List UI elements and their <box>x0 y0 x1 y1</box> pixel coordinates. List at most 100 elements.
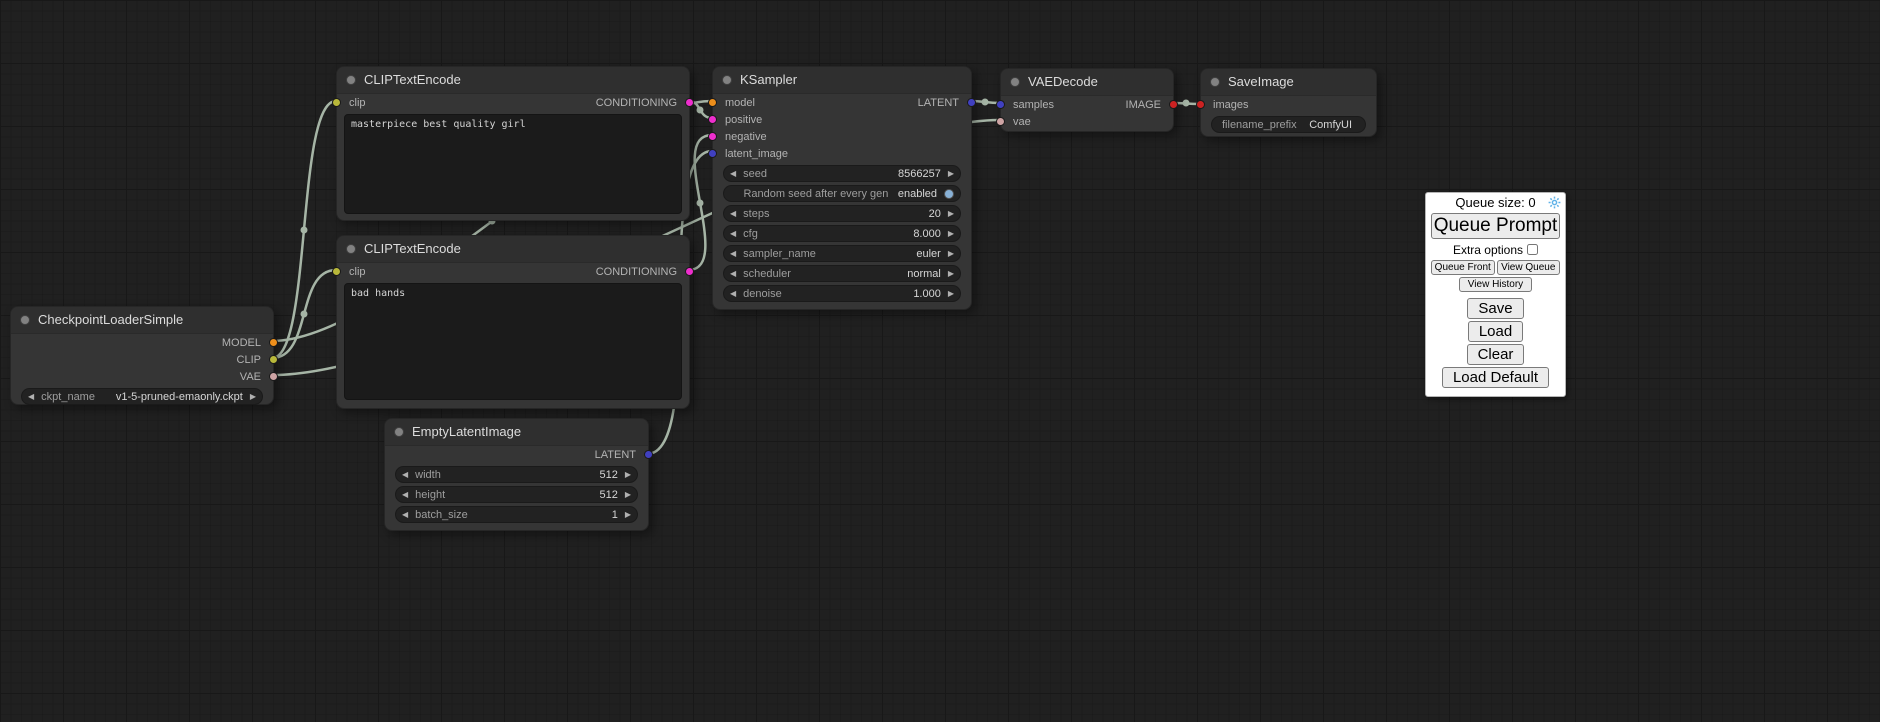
increment-arrow-icon[interactable]: ▶ <box>948 230 954 238</box>
output-slot-conditioning[interactable] <box>685 267 694 276</box>
widget-label: scheduler <box>743 268 907 280</box>
input-slot-clip[interactable] <box>332 267 341 276</box>
queue-prompt-button[interactable]: Queue Prompt <box>1431 213 1560 239</box>
input-slot-samples[interactable] <box>996 100 1005 109</box>
increment-arrow-icon[interactable]: ▶ <box>625 491 631 499</box>
widget-ckpt-name[interactable]: ◀ ckpt_name v1-5-pruned-emaonly.ckpt ▶ <box>21 388 263 405</box>
queue-front-button[interactable]: Queue Front <box>1431 260 1495 275</box>
decrement-arrow-icon[interactable]: ◀ <box>730 270 736 278</box>
widget-label: steps <box>743 208 928 220</box>
node-checkpoint-loader-simple[interactable]: CheckpointLoaderSimple MODEL CLIP VAE ◀ … <box>10 306 274 405</box>
node-clip-text-encode-negative[interactable]: CLIPTextEncode clip CONDITIONING bad han… <box>336 235 690 409</box>
collapse-dot-icon[interactable] <box>1210 77 1220 87</box>
save-button[interactable]: Save <box>1467 298 1523 319</box>
output-slot-model[interactable] <box>269 338 278 347</box>
widget-value: v1-5-pruned-emaonly.ckpt <box>116 391 243 403</box>
widget-steps[interactable]: ◀ steps 20 ▶ <box>723 205 961 222</box>
input-slot-images[interactable] <box>1196 100 1205 109</box>
output-slot-vae[interactable] <box>269 372 278 381</box>
increment-arrow-icon[interactable]: ▶ <box>948 290 954 298</box>
view-queue-button[interactable]: View Queue <box>1497 260 1561 275</box>
output-slot-latent[interactable] <box>644 450 653 459</box>
output-slot-latent[interactable] <box>967 98 976 107</box>
slot-row: CLIP <box>11 351 273 368</box>
slot-row: LATENT <box>385 446 648 463</box>
widget-width[interactable]: ◀ width 512 ▶ <box>395 466 638 483</box>
increment-arrow-icon[interactable]: ▶ <box>948 250 954 258</box>
decrement-arrow-icon[interactable]: ◀ <box>730 250 736 258</box>
decrement-arrow-icon[interactable]: ◀ <box>730 290 736 298</box>
widget-value: 8566257 <box>898 168 941 180</box>
increment-arrow-icon[interactable]: ▶ <box>948 270 954 278</box>
increment-arrow-icon[interactable]: ▶ <box>625 511 631 519</box>
increment-arrow-icon[interactable]: ▶ <box>948 210 954 218</box>
node-empty-latent-image[interactable]: EmptyLatentImage LATENT ◀ width 512 ▶ ◀ … <box>384 418 649 531</box>
decrement-arrow-icon[interactable]: ◀ <box>730 210 736 218</box>
output-slot-conditioning[interactable] <box>685 98 694 107</box>
widget-sampler-name[interactable]: ◀ sampler_name euler ▶ <box>723 245 961 262</box>
input-label-negative: negative <box>725 131 767 143</box>
toggle-on-icon[interactable] <box>944 189 954 199</box>
input-slot-vae[interactable] <box>996 117 1005 126</box>
node-clip-text-encode-positive[interactable]: CLIPTextEncode clip CONDITIONING masterp… <box>336 66 690 221</box>
increment-arrow-icon[interactable]: ▶ <box>948 170 954 178</box>
node-title-bar[interactable]: SaveImage <box>1201 69 1376 96</box>
graph-canvas[interactable]: CheckpointLoaderSimple MODEL CLIP VAE ◀ … <box>0 0 1880 722</box>
link-midpoint-dot <box>301 227 308 234</box>
collapse-dot-icon[interactable] <box>722 75 732 85</box>
node-title-bar[interactable]: CheckpointLoaderSimple <box>11 307 273 334</box>
decrement-arrow-icon[interactable]: ◀ <box>730 170 736 178</box>
node-title-bar[interactable]: CLIPTextEncode <box>337 236 689 263</box>
widget-seed[interactable]: ◀ seed 8566257 ▶ <box>723 165 961 182</box>
extra-options-checkbox[interactable] <box>1527 244 1538 255</box>
collapse-dot-icon[interactable] <box>346 244 356 254</box>
load-button[interactable]: Load <box>1468 321 1523 342</box>
collapse-dot-icon[interactable] <box>394 427 404 437</box>
decrement-arrow-icon[interactable]: ◀ <box>402 491 408 499</box>
prompt-textarea[interactable]: masterpiece best quality girl <box>344 114 682 214</box>
link-midpoint-dot <box>697 107 704 114</box>
load-default-button[interactable]: Load Default <box>1442 367 1549 388</box>
extra-options-row: Extra options <box>1431 241 1560 258</box>
widget-label: width <box>415 469 599 481</box>
node-vae-decode[interactable]: VAEDecode samples IMAGE vae <box>1000 68 1174 132</box>
widget-cfg[interactable]: ◀ cfg 8.000 ▶ <box>723 225 961 242</box>
input-slot-model[interactable] <box>708 98 717 107</box>
node-title-bar[interactable]: VAEDecode <box>1001 69 1173 96</box>
output-slot-clip[interactable] <box>269 355 278 364</box>
input-slot-clip[interactable] <box>332 98 341 107</box>
collapse-dot-icon[interactable] <box>346 75 356 85</box>
decrement-arrow-icon[interactable]: ◀ <box>730 230 736 238</box>
collapse-dot-icon[interactable] <box>1010 77 1020 87</box>
clear-button[interactable]: Clear <box>1467 344 1525 365</box>
increment-arrow-icon[interactable]: ▶ <box>625 471 631 479</box>
node-title-bar[interactable]: KSampler <box>713 67 971 94</box>
decrement-arrow-icon[interactable]: ◀ <box>28 393 34 401</box>
widget-random-seed-toggle[interactable]: Random seed after every gen enabled <box>723 185 961 202</box>
widget-label: batch_size <box>415 509 612 521</box>
input-slot-latent-image[interactable] <box>708 149 717 158</box>
decrement-arrow-icon[interactable]: ◀ <box>402 471 408 479</box>
slot-row: positive <box>713 111 971 128</box>
comfy-menu[interactable]: Queue size: 0 Queue Prompt Extra options… <box>1425 192 1566 397</box>
node-title-bar[interactable]: EmptyLatentImage <box>385 419 648 446</box>
node-ksampler[interactable]: KSampler model LATENT positive negative … <box>712 66 972 310</box>
widget-label: cfg <box>743 228 913 240</box>
collapse-dot-icon[interactable] <box>20 315 30 325</box>
widget-batch-size[interactable]: ◀ batch_size 1 ▶ <box>395 506 638 523</box>
view-history-button[interactable]: View History <box>1459 277 1532 292</box>
node-title-bar[interactable]: CLIPTextEncode <box>337 67 689 94</box>
widget-scheduler[interactable]: ◀ scheduler normal ▶ <box>723 265 961 282</box>
settings-gear-icon[interactable] <box>1548 196 1561 209</box>
input-slot-positive[interactable] <box>708 115 717 124</box>
widget-denoise[interactable]: ◀ denoise 1.000 ▶ <box>723 285 961 302</box>
widget-filename-prefix[interactable]: filename_prefix ComfyUI <box>1211 116 1366 133</box>
input-slot-negative[interactable] <box>708 132 717 141</box>
output-slot-image[interactable] <box>1169 100 1178 109</box>
node-save-image[interactable]: SaveImage images filename_prefix ComfyUI <box>1200 68 1377 137</box>
prompt-textarea[interactable]: bad hands <box>344 283 682 400</box>
slot-row: vae <box>1001 113 1173 130</box>
increment-arrow-icon[interactable]: ▶ <box>250 393 256 401</box>
decrement-arrow-icon[interactable]: ◀ <box>402 511 408 519</box>
widget-height[interactable]: ◀ height 512 ▶ <box>395 486 638 503</box>
